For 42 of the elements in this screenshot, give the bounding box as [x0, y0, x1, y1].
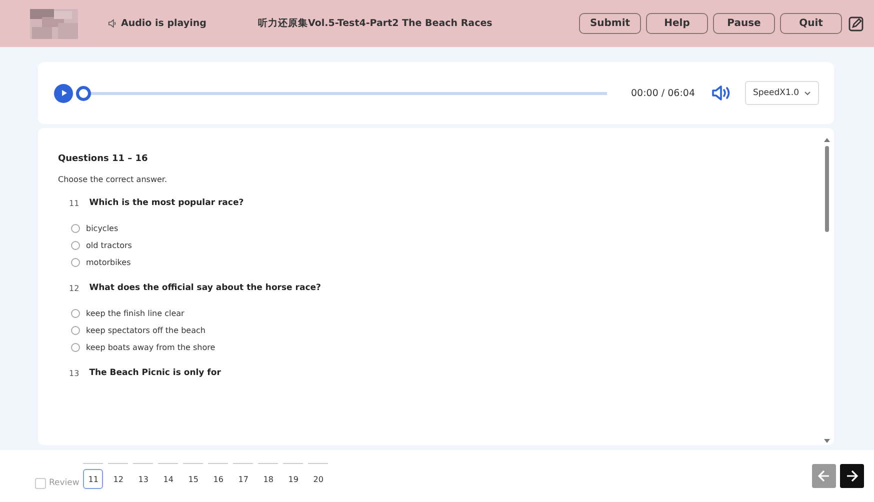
- progress-thumb[interactable]: [76, 86, 90, 100]
- time-display: 00:00 / 06:04: [631, 88, 695, 98]
- header-button[interactable]: Pause: [713, 13, 775, 34]
- section-heading: Questions 11 – 16: [58, 154, 149, 164]
- speed-dropdown[interactable]: SpeedX1.0: [745, 81, 819, 105]
- volume-icon[interactable]: [711, 85, 731, 101]
- caret-icon: [804, 90, 811, 96]
- play-icon: [60, 89, 68, 97]
- option-label[interactable]: keep boats away from the shore: [86, 343, 216, 352]
- header-button[interactable]: Quit: [780, 13, 842, 34]
- radio-button[interactable]: [71, 224, 80, 233]
- scrollbar-thumb[interactable]: [825, 146, 829, 232]
- question-number: 11: [69, 198, 80, 208]
- header-button[interactable]: Help: [646, 13, 708, 34]
- radio-button[interactable]: [71, 258, 80, 267]
- test-title: 听力还原集Vol.5-Test4-Part2 The Beach Races: [258, 17, 494, 30]
- right-arrow-icon: [845, 469, 859, 483]
- scroll-down-icon[interactable]: [824, 439, 830, 443]
- left-arrow-icon: [817, 469, 831, 483]
- question-text: The Beach Picnic is only for: [89, 368, 221, 378]
- option-label[interactable]: keep spectators off the beach: [86, 326, 206, 335]
- radio-button[interactable]: [71, 241, 80, 250]
- header-button[interactable]: Submit: [579, 13, 641, 34]
- edit-icon[interactable]: [848, 16, 864, 32]
- radio-button[interactable]: [71, 343, 80, 352]
- next-button[interactable]: [840, 464, 864, 488]
- question-text: What does the official say about the horse race?: [89, 283, 321, 293]
- option-label[interactable]: bicycles: [86, 224, 118, 233]
- audio-status: Audio is playing: [121, 18, 206, 29]
- question-number: 12: [69, 284, 80, 292]
- page-number[interactable]: 11: [83, 469, 104, 489]
- speaker-icon: [108, 19, 117, 28]
- option-label[interactable]: motorbikes: [86, 258, 131, 267]
- radio-button[interactable]: [71, 326, 80, 335]
- question-text: Which is the most popular race?: [89, 198, 244, 208]
- option-label[interactable]: keep the finish line clear: [86, 309, 184, 318]
- option-label[interactable]: old tractors: [86, 241, 132, 250]
- play-button[interactable]: [54, 84, 73, 102]
- scroll-up-icon[interactable]: [824, 138, 830, 142]
- question-number: 13: [69, 368, 80, 378]
- radio-button[interactable]: [71, 309, 80, 318]
- instruction-text: Choose the correct answer.: [58, 175, 168, 184]
